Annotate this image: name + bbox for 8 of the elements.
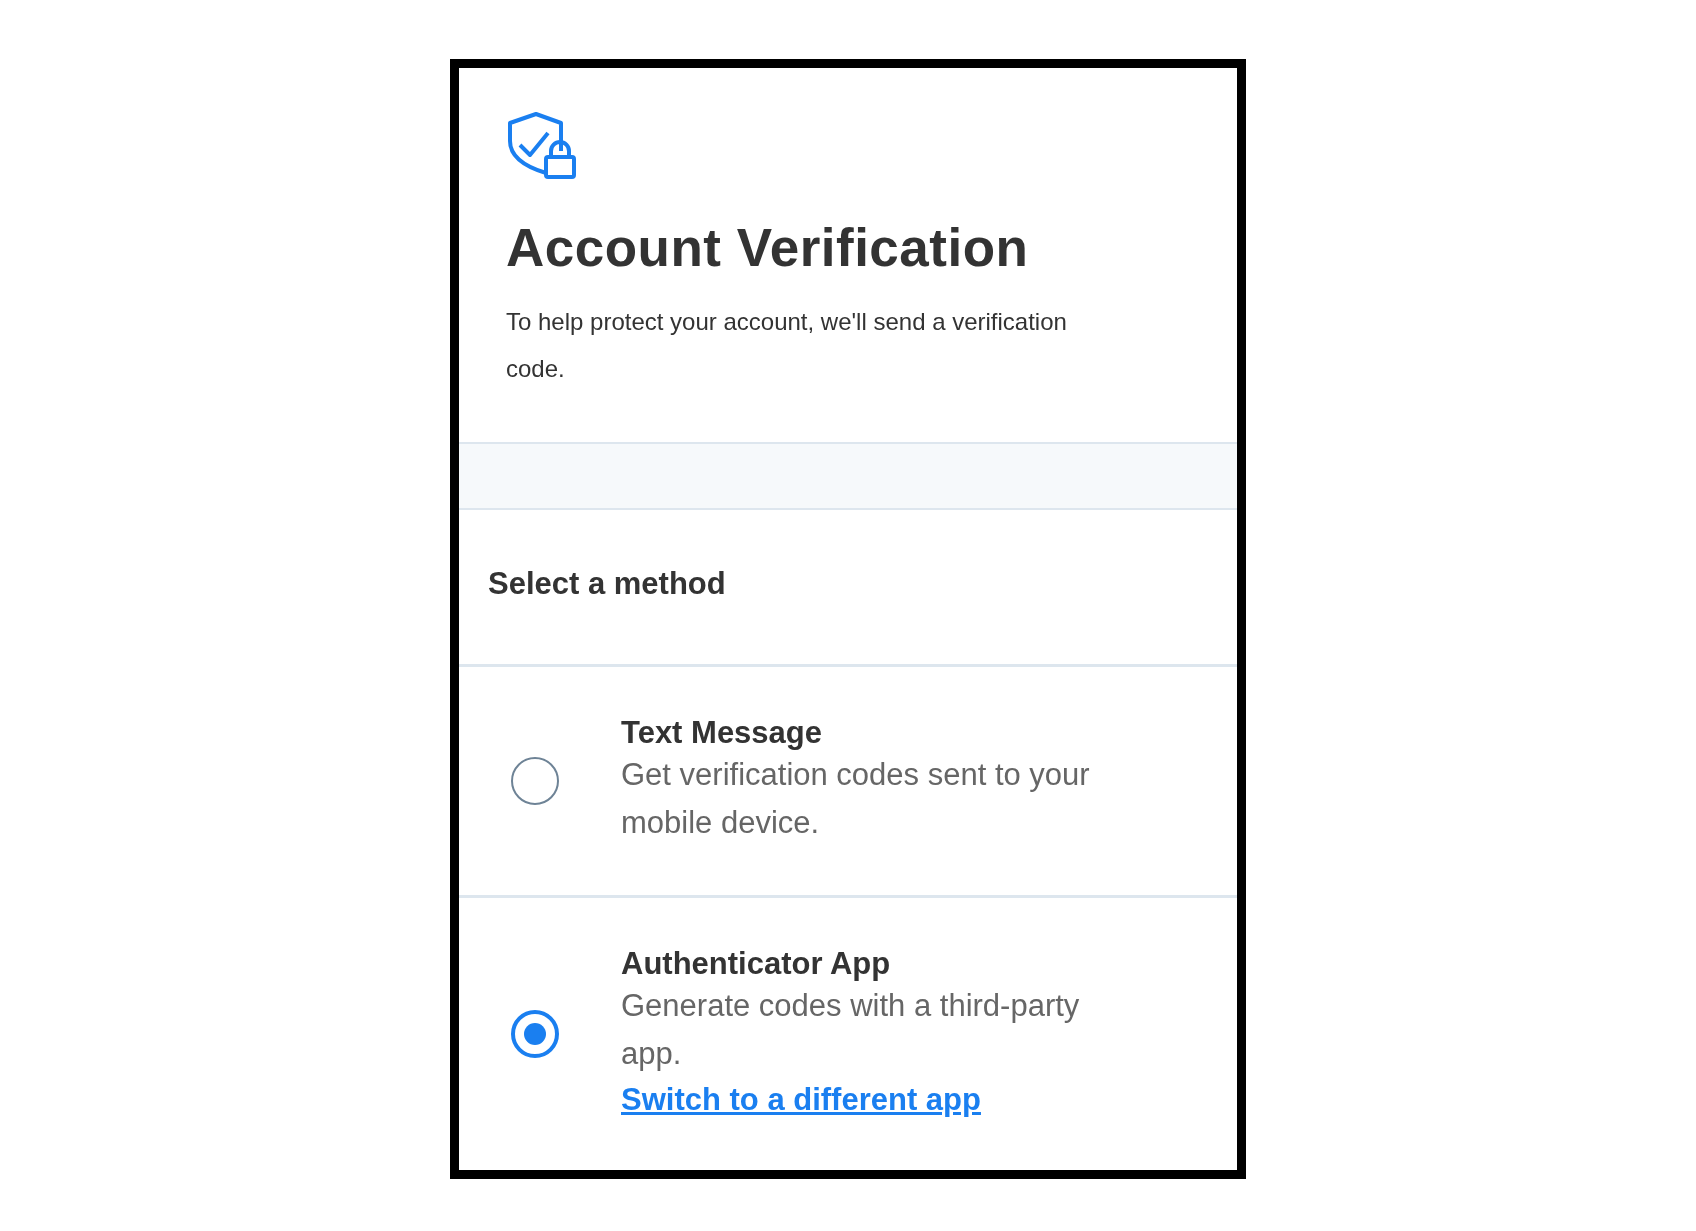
page-title: Account Verification [506,217,1030,278]
method-title: Text Message [621,715,823,751]
method-description: Generate codes with a third-party app. [621,987,1081,1073]
section-heading: Select a method [459,510,1237,667]
method-description: Get verification codes sent to your mobile device. [621,756,1091,842]
switch-app-link[interactable]: Switch to a different app [621,1078,981,1122]
page-description: To help protect your account, we'll send a verification code. [506,307,1068,384]
method-title: Authenticator App [621,946,892,982]
